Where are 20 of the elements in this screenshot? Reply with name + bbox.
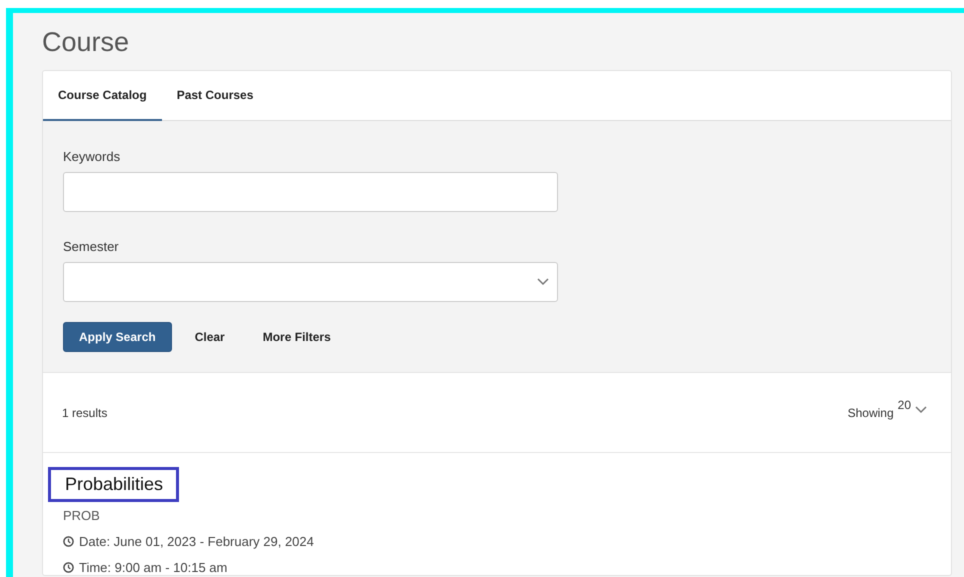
field-label: Keywords: [63, 149, 122, 164]
page-size-select[interactable]: 20: [898, 398, 911, 412]
course-detail: Date: June 01, 2023 - February 29, 2024: [79, 534, 314, 549]
course-detail: Time: 9:00 am - 10:15 am: [79, 560, 228, 575]
showing-label: Showing: [848, 406, 894, 420]
tab[interactable]: Past Courses: [162, 71, 268, 121]
field-label: Semester: [63, 239, 120, 254]
clock-icon: [63, 536, 74, 547]
keywords-field[interactable]: [63, 172, 558, 212]
chevron-down-icon: [537, 278, 549, 286]
course-code: PROB: [62, 508, 101, 523]
apply-button[interactable]: Apply Search: [63, 322, 172, 352]
page-title: Course: [42, 26, 130, 59]
text-button[interactable]: Clear: [180, 322, 240, 352]
results-count: 1 results: [62, 406, 108, 420]
semester-select[interactable]: [63, 262, 558, 302]
clock-icon: [63, 562, 74, 573]
course-title[interactable]: Probabilities: [48, 467, 180, 502]
chevron-down-icon: [915, 406, 927, 414]
text-button[interactable]: More Filters: [248, 322, 346, 352]
